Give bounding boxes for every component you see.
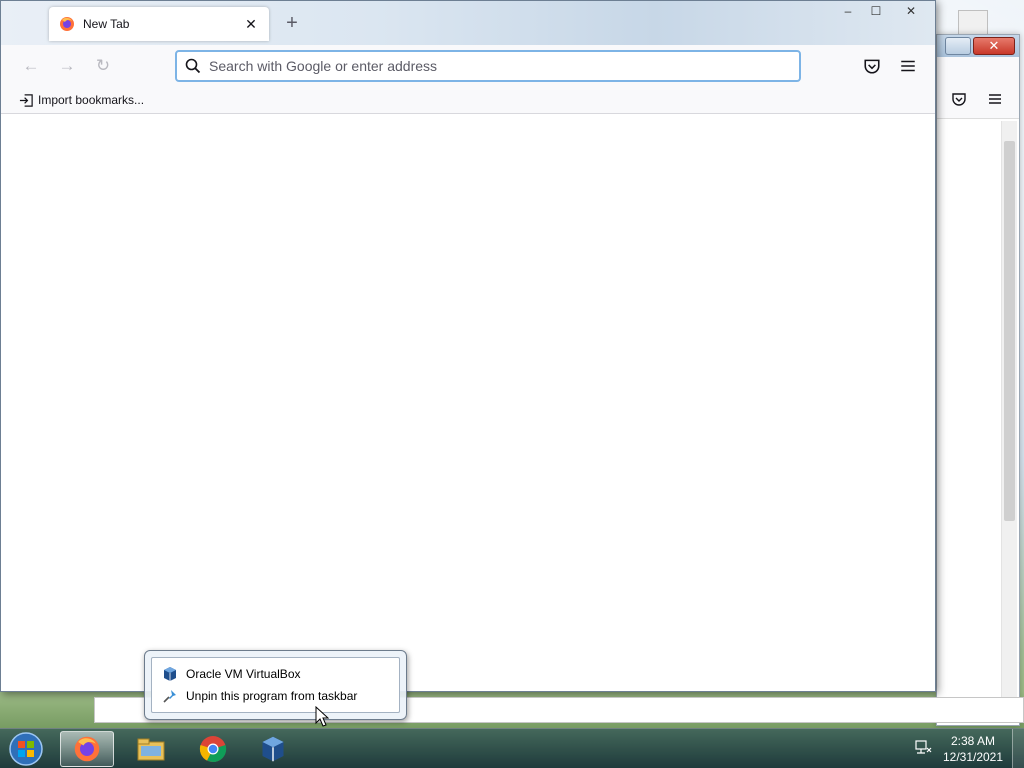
- tab-close-icon[interactable]: ✕: [243, 16, 259, 33]
- taskbar-explorer-button[interactable]: [124, 731, 178, 767]
- hamburger-menu-icon[interactable]: [987, 91, 1003, 107]
- taskbar-firefox-button[interactable]: [60, 731, 114, 767]
- hamburger-menu-icon[interactable]: [899, 57, 917, 75]
- pocket-icon[interactable]: [951, 91, 967, 107]
- show-desktop-button[interactable]: [1012, 729, 1024, 768]
- forward-button[interactable]: →: [55, 55, 79, 79]
- firefox-icon: [74, 736, 100, 762]
- firefox-favicon-icon: [60, 17, 74, 31]
- file-explorer-icon: [137, 738, 165, 761]
- background-scrollbar[interactable]: [1001, 121, 1017, 723]
- tab-new-tab[interactable]: New Tab ✕: [49, 7, 269, 41]
- jumplist-item-unpin[interactable]: Unpin this program from taskbar: [152, 685, 399, 707]
- start-orb-icon[interactable]: [6, 731, 46, 767]
- window-controls: – ☐ ✕: [833, 1, 931, 23]
- url-input[interactable]: [209, 58, 799, 74]
- jumplist-item-virtualbox[interactable]: Oracle VM VirtualBox: [152, 663, 399, 685]
- reload-button[interactable]: ↻: [91, 55, 115, 79]
- taskbar-jumplist: Oracle VM VirtualBox Unpin this program …: [144, 650, 407, 720]
- minimize-button[interactable]: –: [835, 1, 861, 21]
- close-button[interactable]: ✕: [891, 1, 931, 21]
- background-close-button[interactable]: ✕: [973, 37, 1015, 55]
- virtualbox-icon: [262, 736, 284, 762]
- address-bar[interactable]: [175, 50, 801, 82]
- virtualbox-icon: [164, 667, 176, 681]
- back-button[interactable]: ←: [19, 55, 43, 79]
- new-tab-button[interactable]: +: [281, 13, 303, 35]
- background-restore-button[interactable]: [945, 37, 971, 55]
- jumplist-item-label: Unpin this program from taskbar: [186, 689, 358, 703]
- jumplist-menu: Oracle VM VirtualBox Unpin this program …: [151, 657, 400, 713]
- import-bookmarks-link[interactable]: Import bookmarks...: [38, 93, 144, 107]
- network-icon[interactable]: [914, 739, 932, 757]
- background-browser-window[interactable]: ✕: [936, 34, 1020, 726]
- taskbar-chrome-button[interactable]: [186, 731, 240, 767]
- search-icon: [185, 58, 201, 74]
- bookmarks-toolbar: Import bookmarks...: [1, 87, 935, 114]
- maximize-button[interactable]: ☐: [863, 1, 889, 21]
- tab-title: New Tab: [83, 17, 130, 31]
- page-content[interactable]: [1, 115, 935, 691]
- pocket-icon[interactable]: [863, 57, 881, 75]
- mouse-cursor-icon: [315, 706, 329, 727]
- background-toolbar: [937, 57, 1019, 119]
- system-clock[interactable]: 2:38 AM 12/31/2021: [938, 733, 1008, 767]
- unpin-icon: [163, 690, 176, 703]
- clock-time: 2:38 AM: [950, 734, 996, 748]
- import-icon: [19, 93, 33, 107]
- background-titlebar: ✕: [937, 35, 1019, 57]
- taskbar-virtualbox-button[interactable]: [246, 731, 300, 767]
- firefox-window: New Tab ✕ + – ☐ ✕ ← → ↻ Search with Goog…: [0, 0, 936, 692]
- navigation-toolbar: ← → ↻: [1, 45, 935, 87]
- jumplist-item-label: Oracle VM VirtualBox: [186, 667, 301, 681]
- scrollbar-thumb[interactable]: [1004, 141, 1015, 521]
- chrome-icon: [199, 736, 227, 763]
- taskbar: 2:38 AM 12/31/2021: [0, 728, 1024, 768]
- tab-strip: New Tab ✕ + – ☐ ✕: [1, 1, 935, 45]
- clock-date: 12/31/2021: [942, 750, 1004, 764]
